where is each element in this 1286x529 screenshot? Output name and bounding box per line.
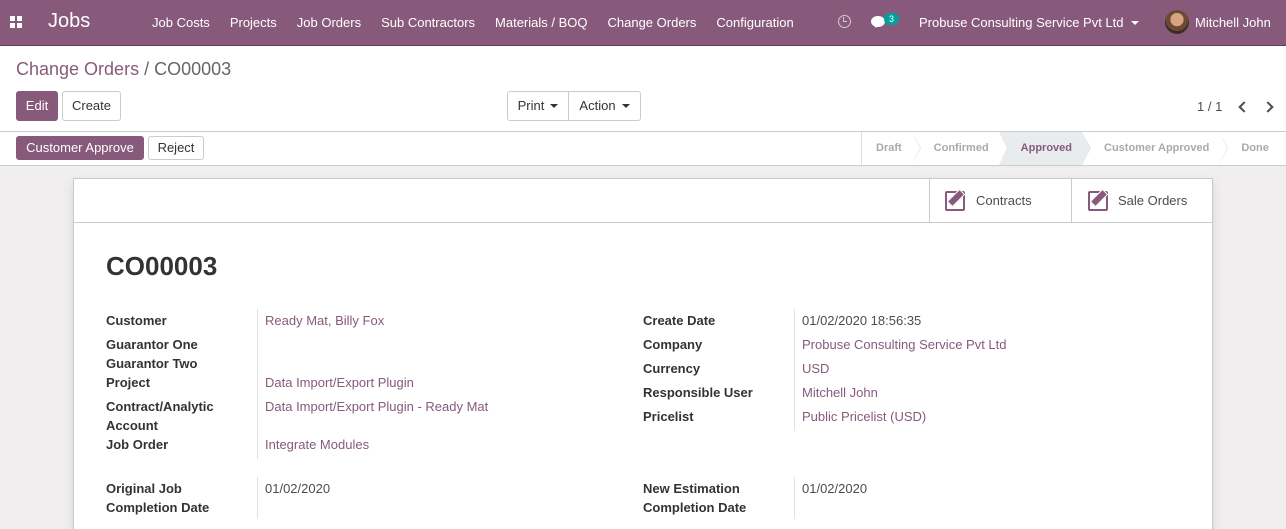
- main-menu: Job Costs Projects Job Orders Sub Contra…: [142, 0, 804, 46]
- print-caret-icon: [550, 103, 559, 108]
- status-steps: Draft Confirmed Approved Customer Approv…: [861, 132, 1279, 165]
- control-panel: Change Orders / CO00003 Edit Create Prin…: [0, 46, 1286, 132]
- user-menu[interactable]: Mitchell John: [1195, 15, 1271, 30]
- sale-orders-edit-icon: [1088, 191, 1108, 211]
- smart-button-box: Contracts Sale Orders: [74, 179, 1212, 223]
- contracts-edit-icon: [945, 191, 965, 211]
- breadcrumb-parent[interactable]: Change Orders: [16, 59, 139, 79]
- job-order-label: Job Order: [106, 437, 169, 452]
- top-navbar: Jobs Job Costs Projects Job Orders Sub C…: [0, 0, 1286, 46]
- menu-item-sub-contractors[interactable]: Sub Contractors: [371, 0, 485, 46]
- print-label: Print: [517, 98, 545, 113]
- left-group-divider: [257, 309, 258, 459]
- chat-bubble-icon[interactable]: [871, 16, 885, 28]
- create-button[interactable]: Create: [62, 91, 121, 121]
- reject-button[interactable]: Reject: [148, 136, 204, 160]
- menu-item-change-orders[interactable]: Change Orders: [598, 0, 707, 46]
- edit-button[interactable]: Edit: [16, 91, 58, 121]
- activity-clock-icon[interactable]: [838, 15, 851, 28]
- create-date-label: Create Date: [643, 313, 716, 328]
- chat-count-badge: 3: [884, 13, 899, 25]
- pager-previous-icon[interactable]: [1238, 101, 1250, 113]
- customer-label: Customer: [106, 313, 167, 328]
- user-avatar[interactable]: [1165, 10, 1189, 34]
- action-label: Action: [579, 98, 616, 113]
- apps-menu-icon[interactable]: [10, 16, 23, 29]
- company-caret-icon: [1131, 21, 1139, 25]
- breadcrumb-separator: /: [144, 59, 150, 79]
- create-date-field: 01/02/2020 18:56:35: [802, 313, 922, 328]
- currency-field[interactable]: USD: [802, 361, 829, 376]
- status-step-confirmed[interactable]: Confirmed: [912, 132, 1008, 165]
- menu-item-job-costs[interactable]: Job Costs: [142, 0, 220, 46]
- pager-value[interactable]: 1 / 1: [1197, 99, 1222, 114]
- pager-next-icon[interactable]: [1262, 101, 1274, 113]
- project-label: Project: [106, 375, 151, 390]
- contracts-smart-button[interactable]: Contracts: [929, 179, 1071, 223]
- contract-label-line-2: Account: [106, 418, 158, 433]
- breadcrumb-current: CO00003: [154, 59, 232, 79]
- new-estimation-date-field[interactable]: 01/02/2020: [802, 481, 867, 496]
- new-estimation-label-line-2: Completion Date: [643, 500, 747, 515]
- left-date-divider: [257, 477, 258, 519]
- contract-label-line-1: Contract/Analytic: [106, 399, 214, 414]
- menu-item-projects[interactable]: Projects: [220, 0, 287, 46]
- responsible-user-field[interactable]: Mitchell John: [802, 385, 878, 400]
- print-dropdown[interactable]: Print: [507, 91, 569, 121]
- app-brand[interactable]: Jobs: [48, 10, 90, 33]
- contracts-label: Contracts: [976, 193, 1032, 208]
- contract-field[interactable]: Data Import/Export Plugin - Ready Mat: [265, 399, 488, 414]
- sale-orders-smart-button[interactable]: Sale Orders: [1071, 179, 1212, 223]
- currency-label: Currency: [643, 361, 701, 376]
- job-order-field[interactable]: Integrate Modules: [265, 437, 369, 452]
- customer-field[interactable]: Ready Mat, Billy Fox: [265, 313, 384, 328]
- project-field[interactable]: Data Import/Export Plugin: [265, 375, 414, 390]
- original-completion-label-line-1: Original Job: [106, 481, 182, 496]
- record-title: CO00003: [106, 251, 218, 281]
- action-dropdown[interactable]: Action: [568, 91, 641, 121]
- original-completion-date-field[interactable]: 01/02/2020: [265, 481, 330, 496]
- company-field[interactable]: Probuse Consulting Service Pvt Ltd: [802, 337, 1007, 352]
- breadcrumb: Change Orders / CO00003: [16, 59, 231, 80]
- company-switcher[interactable]: Probuse Consulting Service Pvt Ltd: [919, 15, 1124, 30]
- status-step-approved[interactable]: Approved: [998, 132, 1092, 165]
- right-group-divider: [794, 309, 795, 431]
- guarantor-two-label: Guarantor Two: [106, 356, 198, 371]
- action-caret-icon: [621, 103, 630, 108]
- company-label: Company: [643, 337, 703, 352]
- responsible-user-label: Responsible User: [643, 385, 753, 400]
- sale-orders-label: Sale Orders: [1118, 193, 1188, 208]
- menu-item-job-orders[interactable]: Job Orders: [287, 0, 371, 46]
- status-step-customer-approved[interactable]: Customer Approved: [1082, 132, 1229, 165]
- customer-approve-button[interactable]: Customer Approve: [16, 136, 144, 160]
- original-completion-label-line-2: Completion Date: [106, 500, 210, 515]
- guarantor-one-label: Guarantor One: [106, 337, 198, 352]
- status-step-draft[interactable]: Draft: [862, 132, 921, 165]
- menu-item-materials-boq[interactable]: Materials / BOQ: [485, 0, 597, 46]
- statusbar: Customer Approve Reject Draft Confirmed …: [0, 132, 1286, 166]
- pricelist-field[interactable]: Public Pricelist (USD): [802, 409, 926, 424]
- menu-item-configuration[interactable]: Configuration: [706, 0, 803, 46]
- pricelist-label: Pricelist: [643, 409, 694, 424]
- form-sheet: Contracts Sale Orders CO00003 Customer R…: [73, 178, 1213, 529]
- new-estimation-label-line-1: New Estimation: [643, 481, 740, 496]
- right-date-divider: [794, 477, 795, 519]
